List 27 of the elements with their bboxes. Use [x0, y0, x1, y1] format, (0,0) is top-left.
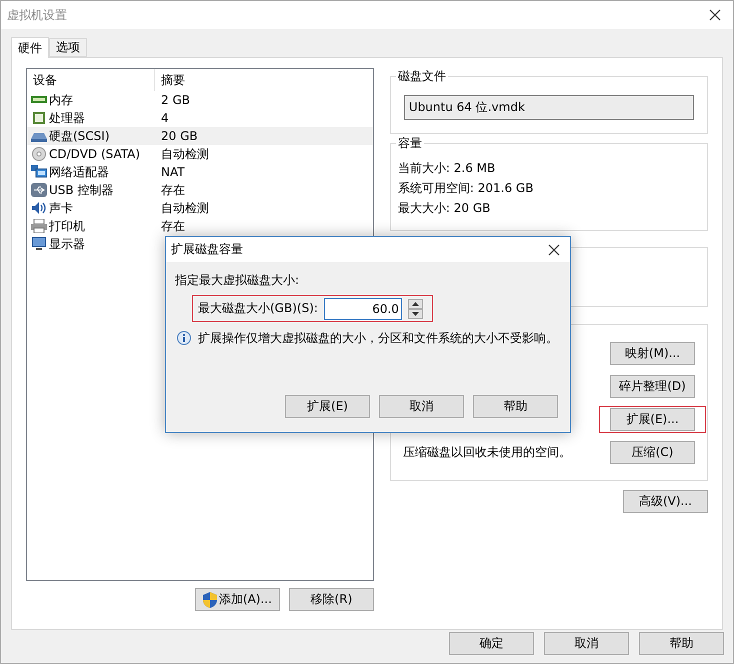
group-title: 磁盘文件 [396, 68, 448, 85]
capacity-info: 当前大小: 2.6 MB [396, 160, 496, 177]
device-name: USB 控制器 [49, 182, 114, 198]
prompt-text: 指定最大虚拟磁盘大小: [175, 272, 300, 289]
device-summary: 20 GB [160, 129, 198, 143]
device-summary: NAT [160, 165, 185, 179]
compact-note: 压缩磁盘以回收未使用的空间。 [402, 444, 571, 460]
dialog-title: 扩展磁盘容量 [171, 241, 243, 258]
device-summary: 4 [160, 111, 169, 125]
device-name: 打印机 [49, 218, 85, 234]
capacity-info: 最大大小: 20 GB [396, 200, 492, 217]
info-text: 扩展操作仅增大虚拟磁盘的大小，分区和文件系统的大小不受影响。 [198, 330, 558, 347]
capacity-info: 系统可用空间: 201.6 GB [396, 180, 534, 197]
device-name: 内存 [49, 92, 73, 108]
device-summary: 存在 [160, 218, 185, 234]
device-name: 网络适配器 [49, 164, 109, 180]
device-summary: 自动检测 [160, 146, 209, 162]
window-title: 虚拟机设置 [7, 6, 67, 24]
device-summary: 存在 [160, 182, 185, 198]
device-summary: 自动检测 [160, 200, 209, 216]
device-summary: 2 GB [160, 93, 190, 107]
device-name: CD/DVD (SATA) [49, 147, 140, 161]
device-name: 处理器 [49, 110, 85, 126]
device-name: 声卡 [49, 200, 73, 216]
device-name: 硬盘(SCSI) [49, 128, 110, 144]
field-label: 最大磁盘大小(GB)(S): [198, 300, 318, 317]
device-name: 显示器 [49, 236, 85, 252]
